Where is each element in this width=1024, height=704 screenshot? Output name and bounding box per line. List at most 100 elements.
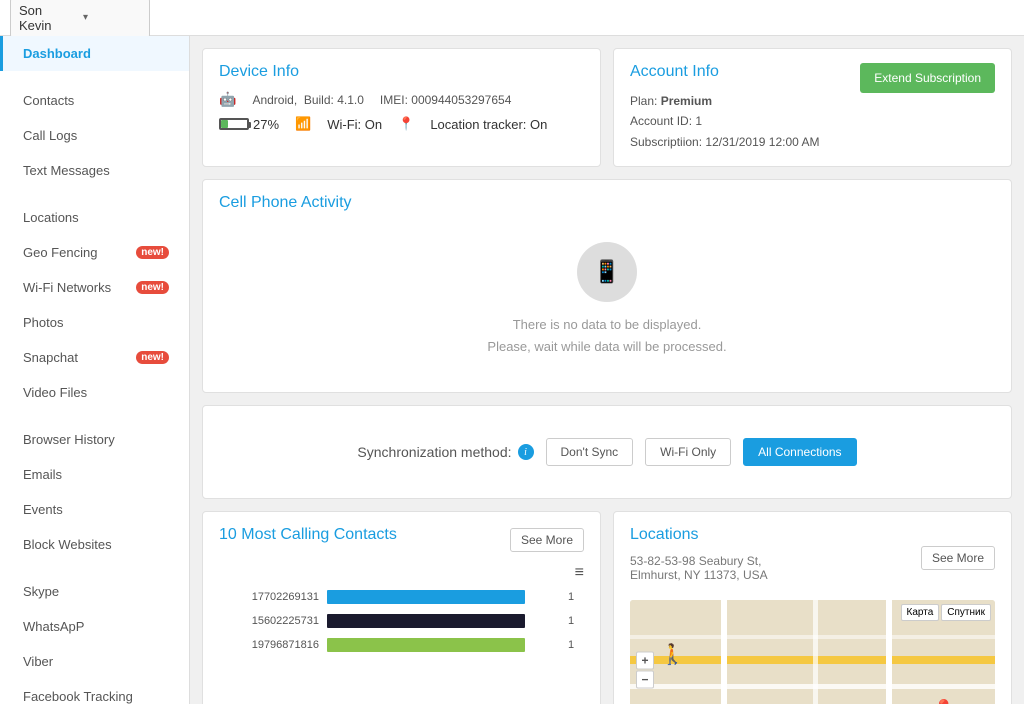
bar-value-3: 1	[568, 639, 584, 651]
sidebar-item-contacts[interactable]: Contacts	[0, 83, 189, 118]
sidebar-badge-new: new!	[136, 246, 169, 259]
sidebar-item-facebook-tracking[interactable]: Facebook Tracking	[0, 679, 189, 704]
bar-value-1: 1	[568, 591, 584, 603]
sidebar-item-snapchat[interactable]: Snapchatnew!	[0, 340, 189, 375]
sidebar-item-skype[interactable]: Skype	[0, 574, 189, 609]
account-info-card: Account Info Plan: Premium Account ID: 1…	[613, 48, 1012, 167]
device-info-title: Device Info	[219, 63, 584, 81]
device-label: Son Kevin	[19, 3, 77, 33]
sync-label: Synchronization method: i	[357, 444, 533, 460]
map-tab-karta[interactable]: Карта	[901, 604, 940, 621]
map-zoom-in-button[interactable]: +	[636, 652, 654, 670]
sync-controls: Synchronization method: i Don't Sync Wi-…	[219, 420, 995, 484]
bar-1	[327, 590, 525, 604]
map-pin-icon: 📍	[933, 699, 955, 704]
sidebar-item-viber[interactable]: Viber	[0, 644, 189, 679]
sidebar-item-label: Viber	[23, 654, 53, 669]
chevron-down-icon: ▾	[83, 12, 141, 23]
sidebar-item-block-websites[interactable]: Block Websites	[0, 527, 189, 562]
row-4: 10 Most Calling Contacts See More ≡ 1770…	[202, 511, 1012, 704]
bar-label-2: 15602225731	[219, 615, 319, 627]
road-thin-1	[630, 635, 995, 639]
sidebar-item-events[interactable]: Events	[0, 492, 189, 527]
device-info-row-1: 🤖 Android, Build: 4.1.0 IMEI: 0009440532…	[219, 91, 584, 108]
battery-indicator: 27%	[219, 117, 279, 132]
sidebar-item-label: Photos	[23, 315, 63, 330]
sidebar-item-label: Events	[23, 502, 63, 517]
road-vertical-2	[813, 600, 818, 704]
wifi-only-button[interactable]: Wi-Fi Only	[645, 438, 731, 466]
sidebar-item-label: Locations	[23, 210, 79, 225]
dont-sync-button[interactable]: Don't Sync	[546, 438, 634, 466]
sidebar-item-call-logs[interactable]: Call Logs	[0, 118, 189, 153]
sidebar-item-wifi-networks[interactable]: Wi-Fi Networksnew!	[0, 270, 189, 305]
sidebar-item-label: Call Logs	[23, 128, 77, 143]
device-imei: IMEI: 000944053297654	[380, 93, 511, 107]
sidebar-item-emails[interactable]: Emails	[0, 457, 189, 492]
cell-activity-card: Cell Phone Activity 📱 There is no data t…	[202, 179, 1012, 393]
calling-contacts-header: 10 Most Calling Contacts See More	[219, 526, 584, 554]
sidebar-divider	[0, 71, 189, 83]
bar-row-3: 19796871816 1	[219, 638, 584, 652]
sidebar-item-text-messages[interactable]: Text Messages	[0, 153, 189, 188]
sidebar-item-label: Block Websites	[23, 537, 112, 552]
extend-subscription-button[interactable]: Extend Subscription	[860, 63, 995, 93]
location-address: 53-82-53-98 Seabury St, Elmhurst, NY 113…	[630, 554, 768, 582]
battery-percent: 27%	[253, 117, 279, 132]
sidebar-item-label: Geo Fencing	[23, 245, 97, 260]
cell-activity-title: Cell Phone Activity	[219, 194, 995, 212]
account-info-title: Account Info Plan: Premium Account ID: 1…	[630, 63, 819, 152]
main-layout: Dashboard Contacts Call Logs Text Messages L…	[0, 36, 1024, 704]
cell-activity-content: 📱 There is no data to be displayed. Plea…	[219, 222, 995, 378]
bar-chart: 17702269131 1 15602225731 1	[219, 590, 584, 652]
map-zoom-controls: + −	[636, 652, 654, 689]
map-background: Карта Спутник + − 🚶 📍	[630, 600, 995, 704]
chart-menu-icon[interactable]: ≡	[219, 564, 584, 582]
map-person-icon: 🚶	[660, 642, 685, 667]
sidebar-item-label: Dashboard	[23, 46, 91, 61]
wifi-status: Wi-Fi: On	[327, 117, 382, 132]
map-zoom-out-button[interactable]: −	[636, 671, 654, 689]
device-info-card: Device Info 🤖 Android, Build: 4.1.0 IMEI…	[202, 48, 601, 167]
sidebar-item-label: WhatsApP	[23, 619, 84, 634]
sidebar-badge-new: new!	[136, 351, 169, 364]
phone-icon: 📱	[577, 242, 637, 302]
locations-card: Locations 53-82-53-98 Seabury St, Elmhur…	[613, 511, 1012, 704]
all-connections-button[interactable]: All Connections	[743, 438, 856, 466]
top-bar: Son Kevin ▾	[0, 0, 1024, 36]
location-status: Location tracker: On	[430, 117, 547, 132]
sidebar-item-video-files[interactable]: Video Files	[0, 375, 189, 410]
device-selector[interactable]: Son Kevin ▾	[10, 0, 150, 38]
calling-contacts-see-more-button[interactable]: See More	[510, 528, 584, 552]
sidebar-item-photos[interactable]: Photos	[0, 305, 189, 340]
sidebar-item-label: Wi-Fi Networks	[23, 280, 111, 295]
bar-label-3: 19796871816	[219, 639, 319, 651]
locations-header: Locations 53-82-53-98 Seabury St, Elmhur…	[630, 526, 995, 590]
account-id-row: Account ID: 1	[630, 111, 819, 131]
bar-row-2: 15602225731 1	[219, 614, 584, 628]
battery-icon	[219, 118, 249, 130]
sidebar-item-label: Facebook Tracking	[23, 689, 133, 704]
account-header-row: Account Info Plan: Premium Account ID: 1…	[630, 63, 995, 152]
bar-2	[327, 614, 525, 628]
sidebar-item-geo-fencing[interactable]: Geo Fencing new!	[0, 235, 189, 270]
sidebar-item-label: Skype	[23, 584, 59, 599]
no-data-text: There is no data to be displayed. Please…	[219, 314, 995, 358]
road-vertical-3	[886, 600, 892, 704]
map-tab-sputnik[interactable]: Спутник	[941, 604, 991, 621]
plan-row: Plan: Premium	[630, 91, 819, 111]
map-placeholder: Карта Спутник + − 🚶 📍	[630, 600, 995, 704]
subscription-row: Subscriptiion: 12/31/2019 12:00 AM	[630, 132, 819, 152]
sidebar-divider	[0, 562, 189, 574]
sync-card: Synchronization method: i Don't Sync Wi-…	[202, 405, 1012, 499]
sidebar-item-locations[interactable]: Locations	[0, 200, 189, 235]
sidebar-item-browser-history[interactable]: Browser History	[0, 422, 189, 457]
row-3: Synchronization method: i Don't Sync Wi-…	[202, 405, 1012, 499]
wifi-icon: 📶	[295, 116, 311, 132]
sidebar-item-whatsapp[interactable]: WhatsApP	[0, 609, 189, 644]
bar-3	[327, 638, 525, 652]
locations-see-more-button[interactable]: See More	[921, 546, 995, 570]
sidebar-item-dashboard[interactable]: Dashboard	[0, 36, 189, 71]
locations-title-block: Locations 53-82-53-98 Seabury St, Elmhur…	[630, 526, 768, 590]
location-icon: 📍	[398, 116, 414, 132]
